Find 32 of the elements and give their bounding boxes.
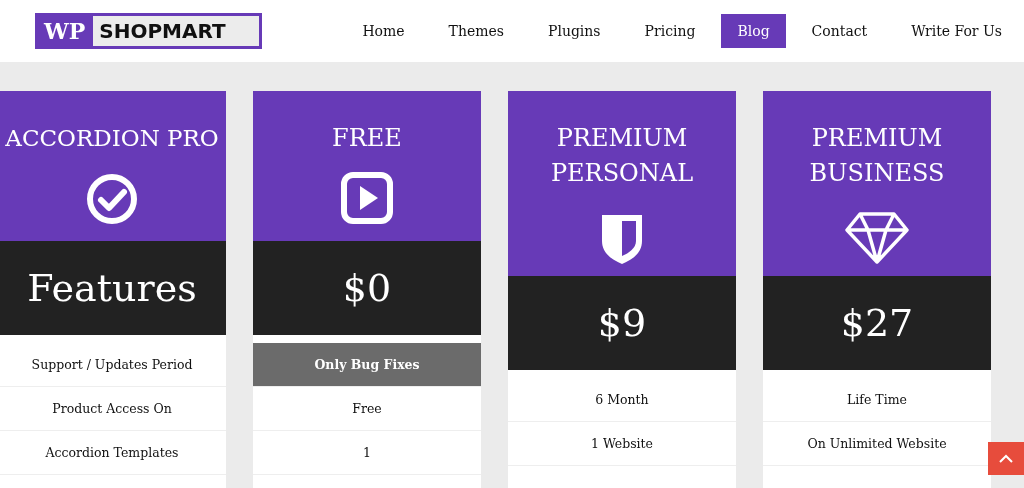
feature-row: Free bbox=[253, 387, 481, 431]
diamond-icon bbox=[844, 211, 910, 265]
nav-link[interactable]: Home bbox=[340, 14, 427, 48]
feature-row: 6 Month bbox=[508, 378, 736, 422]
nav-link[interactable]: Themes bbox=[426, 14, 526, 48]
plan-title: PREMIUM BUSINESS bbox=[808, 123, 946, 189]
price: $0 bbox=[342, 266, 392, 310]
nav-link[interactable]: Blog bbox=[721, 14, 786, 48]
nav-link[interactable]: Plugins bbox=[526, 14, 623, 48]
feature-row: Product Access On bbox=[0, 387, 226, 431]
plan-title: FREE bbox=[331, 123, 403, 154]
nav-link[interactable]: Contact bbox=[789, 14, 890, 48]
logo-text: WP bbox=[42, 17, 87, 46]
nav-link[interactable]: Pricing bbox=[622, 14, 718, 48]
logo[interactable]: WP SHOPMART bbox=[35, 13, 263, 49]
logo-text: SHOPMART bbox=[93, 16, 260, 46]
feature-row: 1 Website bbox=[508, 422, 736, 466]
feature-row: 1 bbox=[253, 431, 481, 475]
feature-row: Life Time bbox=[763, 378, 991, 422]
chevron-up-icon bbox=[998, 453, 1014, 464]
plan-title: PREMIUM PERSONAL bbox=[549, 123, 695, 189]
feature-row: Only Bug Fixes bbox=[253, 343, 481, 387]
feature-row: Support / Updates Period bbox=[0, 343, 226, 387]
nav-link[interactable]: Write For Us bbox=[889, 14, 1024, 48]
scroll-to-top-button[interactable] bbox=[988, 442, 1024, 475]
check-circle-icon bbox=[85, 172, 139, 226]
price: Features bbox=[27, 266, 197, 310]
price: $9 bbox=[597, 301, 647, 345]
feature-row: Accordion Templates bbox=[0, 431, 226, 475]
price: $27 bbox=[840, 301, 914, 345]
play-icon bbox=[341, 172, 393, 224]
plan-title: ACCORDION PRO bbox=[4, 124, 220, 153]
